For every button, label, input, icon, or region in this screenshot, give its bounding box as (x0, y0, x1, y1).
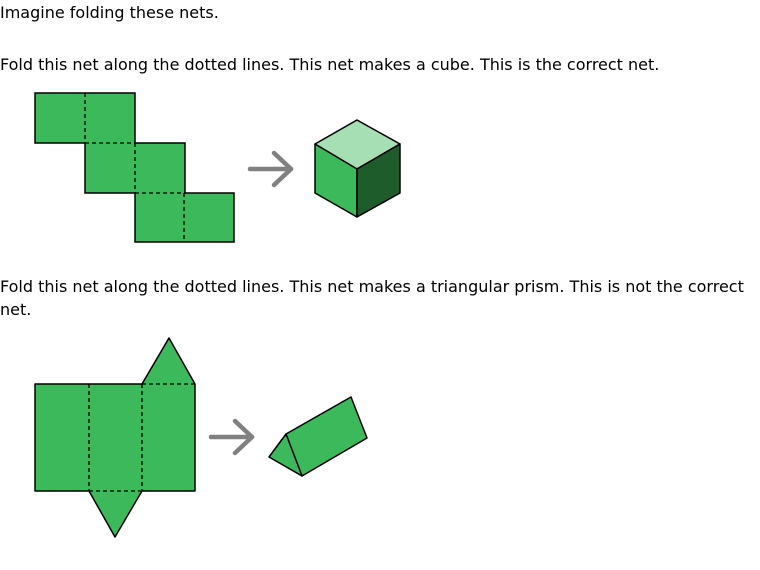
cube-icon (314, 119, 401, 218)
prism-net-shape (34, 337, 196, 538)
cube-example-figure (34, 92, 401, 243)
cube-net-icon (34, 92, 235, 243)
right-arrow-icon (247, 150, 294, 188)
prism-example-figure (34, 337, 368, 538)
triangular-prism-icon (268, 396, 368, 477)
right-arrow-icon (208, 418, 255, 456)
example-prism-text: Fold this net along the dotted lines. Th… (0, 277, 744, 319)
triangular-prism-net-icon (34, 337, 196, 538)
